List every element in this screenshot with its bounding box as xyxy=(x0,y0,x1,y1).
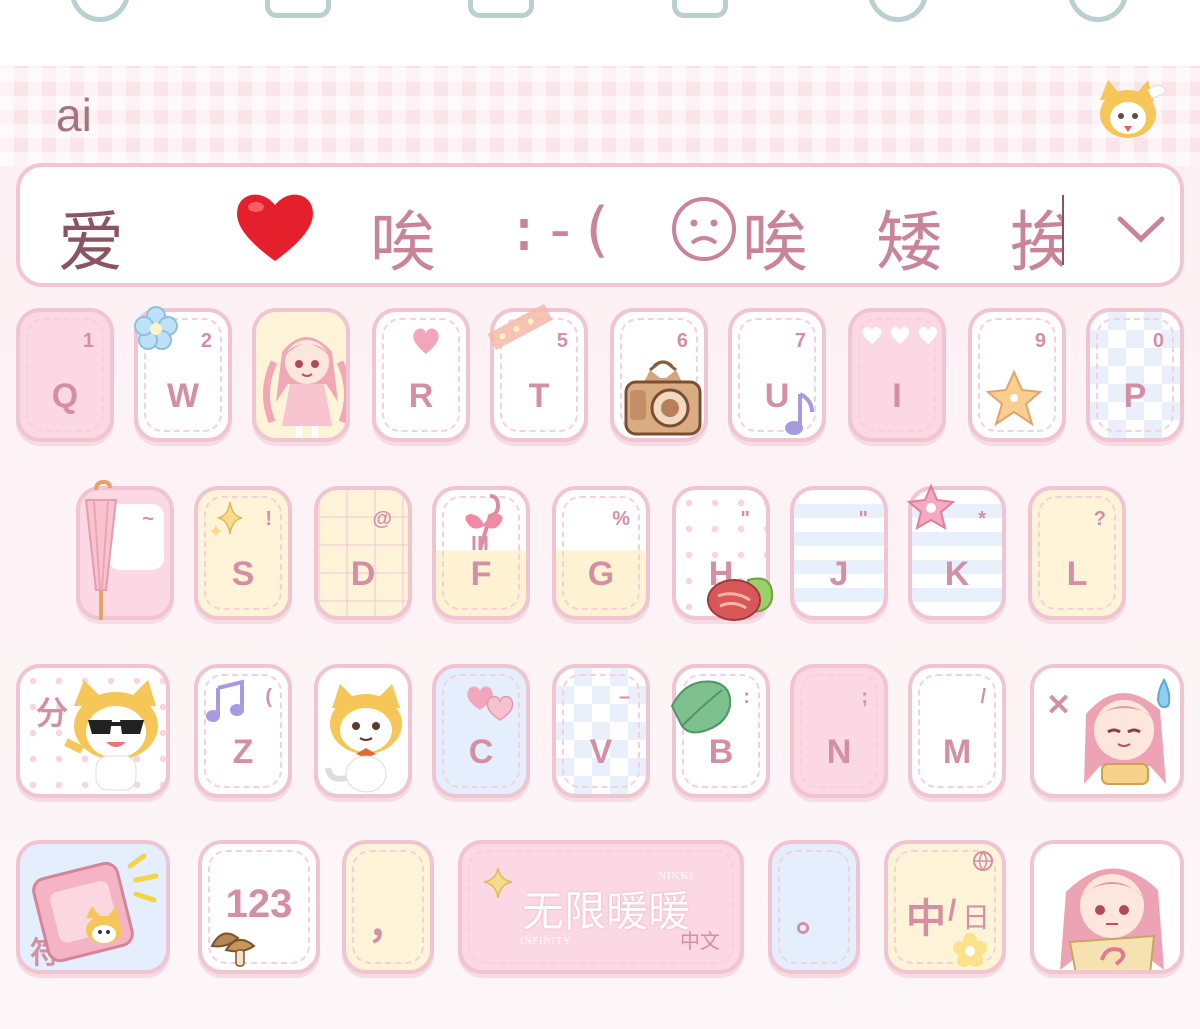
period-key[interactable]: 。 xyxy=(768,840,860,974)
key-v[interactable]: – V xyxy=(552,664,650,798)
music-note-icon xyxy=(785,392,814,435)
scroll-cursor xyxy=(1062,195,1064,265)
happy-cat-sticker xyxy=(325,684,402,793)
camera-sticker-icon xyxy=(624,360,702,436)
cool-cat-sunglasses-sticker xyxy=(64,680,158,791)
two-hearts-icon xyxy=(467,686,514,721)
key-p[interactable]: 0 P xyxy=(1086,308,1184,442)
space-brand-logo: 无限暖暖 xyxy=(522,887,691,936)
key-q[interactable]: 1 Q xyxy=(16,308,114,442)
key-x[interactable] xyxy=(314,664,412,798)
shift-key[interactable]: 分 xyxy=(16,664,170,798)
delete-key[interactable]: ✕ xyxy=(1030,664,1184,798)
pink-heart-icon xyxy=(413,328,439,354)
microphone-icon[interactable] xyxy=(70,0,130,22)
red-heart-emoji-candidate[interactable] xyxy=(232,187,318,267)
key-u[interactable]: 7 U xyxy=(728,308,826,442)
emoji-icon[interactable] xyxy=(868,0,928,22)
sad-face-emoji-candidate[interactable] xyxy=(670,195,738,263)
image-icon[interactable] xyxy=(265,0,331,18)
yellow-flower-icon xyxy=(953,933,987,967)
key-g[interactable]: % G xyxy=(552,486,650,620)
globe-icon xyxy=(973,851,993,872)
key-l[interactable]: ? L xyxy=(1028,486,1126,620)
sparkle-icon xyxy=(483,867,513,899)
anime-girl-sticker xyxy=(263,337,346,438)
key-y[interactable]: 6 xyxy=(610,308,708,442)
key-m[interactable]: / M xyxy=(908,664,1006,798)
camera-icon[interactable] xyxy=(468,0,534,18)
enter-key[interactable] xyxy=(1030,840,1184,974)
three-hearts-icon xyxy=(862,327,938,344)
pinyin-composition: ai xyxy=(56,89,92,141)
music-notes-icon xyxy=(206,679,244,722)
candidate-2[interactable]: 唉 xyxy=(370,189,436,283)
key-f[interactable]: F xyxy=(432,486,530,620)
suitcase-cat-sticker xyxy=(32,853,159,963)
top-toolbar xyxy=(0,0,1200,66)
cat-mascot-sticker xyxy=(1100,80,1167,138)
key-d[interactable]: @ D xyxy=(314,486,412,620)
anime-girl-enter-sticker xyxy=(1060,868,1164,970)
clipboard-icon[interactable] xyxy=(672,0,728,18)
language-switch-key[interactable]: 中 / 日 xyxy=(884,840,1006,974)
anime-girl-crying-sticker xyxy=(1084,677,1171,785)
key-c[interactable]: C xyxy=(432,664,530,798)
key-n[interactable]: ; N xyxy=(790,664,888,798)
comma-key[interactable]: ， xyxy=(342,840,434,974)
candidate-5[interactable]: 矮 xyxy=(876,189,942,283)
key-e[interactable] xyxy=(252,308,350,442)
key-t[interactable]: 5 T xyxy=(490,308,588,442)
star-flower-icon xyxy=(985,369,1043,427)
candidate-bar: 爱 唉 :-( 唉 矮 挨 xyxy=(16,163,1184,287)
key-b[interactable]: : B xyxy=(672,664,770,798)
key-a[interactable]: ~ xyxy=(76,486,174,620)
mushroom-icon xyxy=(210,932,256,967)
candidate-4[interactable]: 唉 xyxy=(742,189,808,283)
info-icon[interactable] xyxy=(1068,0,1128,22)
composition-strip xyxy=(0,66,1200,166)
key-i[interactable]: I xyxy=(848,308,946,442)
candidate-3[interactable]: :-( xyxy=(506,195,614,265)
key-h[interactable]: " H xyxy=(672,486,770,620)
candidate-6[interactable]: 挨 xyxy=(1010,189,1062,283)
key-w[interactable]: 2 W xyxy=(134,308,232,442)
key-k[interactable]: * K xyxy=(908,486,1006,620)
expand-candidates-button[interactable] xyxy=(1106,197,1176,257)
symbols-key[interactable]: 符 xyxy=(16,840,170,974)
key-r[interactable]: R xyxy=(372,308,470,442)
key-s[interactable]: ! S xyxy=(194,486,292,620)
key-z[interactable]: ( Z xyxy=(194,664,292,798)
key-j[interactable]: " J xyxy=(790,486,888,620)
sparkle-icon xyxy=(210,501,243,538)
ribbon-fork-icon xyxy=(465,494,503,551)
space-key[interactable]: NIKKI 无限暖暖 INFINITY 中文 xyxy=(458,840,744,974)
key-o[interactable]: 9 xyxy=(968,308,1066,442)
candidate-1[interactable]: 爱 xyxy=(58,189,124,283)
number-mode-key[interactable]: 123 xyxy=(198,840,320,974)
